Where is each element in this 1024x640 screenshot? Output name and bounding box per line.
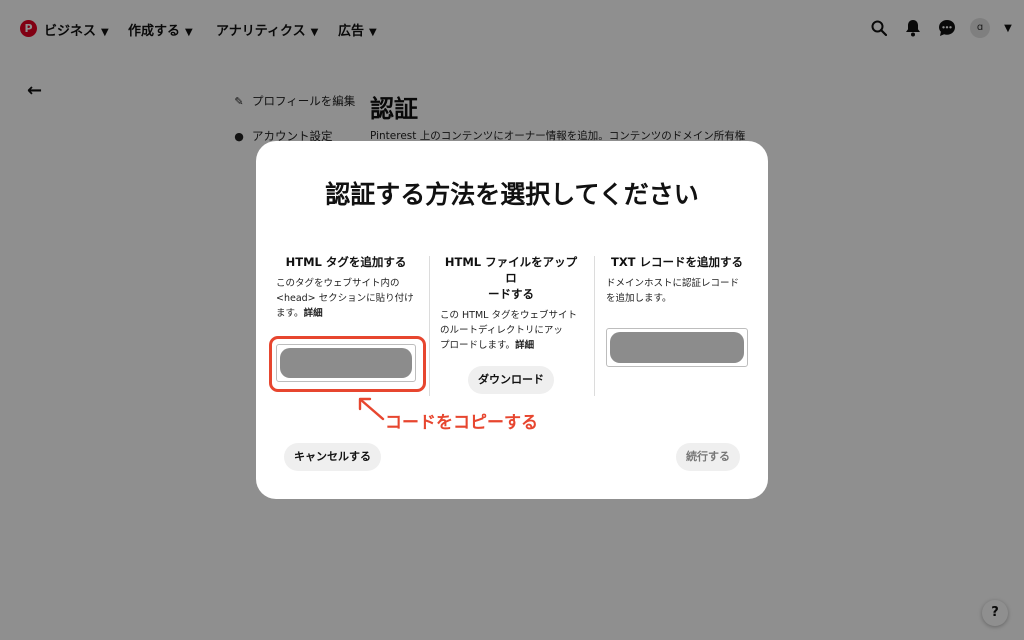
option-html-file: HTML ファイルをアップロ ードする この HTML タグをウェブサイト のル… [440, 254, 582, 353]
option-title: HTML タグを追加する [285, 255, 407, 269]
option-txt-record: TXT レコードを追加する ドメインホストに認証レコード を追加します。 [606, 254, 748, 306]
learn-more-link[interactable]: 詳細 [304, 308, 323, 319]
option-description: ドメインホストに認証レコード を追加します。 [606, 278, 740, 304]
option-title: TXT レコードを追加する [610, 255, 744, 269]
cancel-button[interactable]: キャンセルする [284, 443, 381, 471]
learn-more-link[interactable]: 詳細 [515, 340, 534, 351]
option-html-tag: HTML タグを追加する このタグをウェブサイト内の <head> セクションに… [276, 254, 416, 321]
option-description: このタグをウェブサイト内の <head> セクションに貼り付け ます。詳細 [276, 278, 414, 319]
column-divider [594, 256, 595, 396]
continue-button[interactable]: 続行する [676, 443, 740, 471]
option-title: HTML ファイルをアップロ ードする [444, 255, 578, 301]
highlight-box [269, 336, 426, 392]
option-description: この HTML タグをウェブサイト のルートディレクトリにアッ プロードします。… [440, 310, 577, 351]
annotation-label: コードをコピーする [385, 413, 538, 433]
modal-title: 認証する方法を選択してください [325, 180, 699, 209]
code-redacted [610, 332, 744, 363]
verification-method-modal: 認証する方法を選択してください HTML タグを追加する このタグをウェブサイト… [256, 141, 768, 499]
download-button[interactable]: ダウンロード [468, 366, 554, 394]
annotation-arrow-icon [358, 397, 385, 421]
column-divider [429, 256, 430, 396]
txt-record-code-field[interactable] [606, 328, 748, 367]
